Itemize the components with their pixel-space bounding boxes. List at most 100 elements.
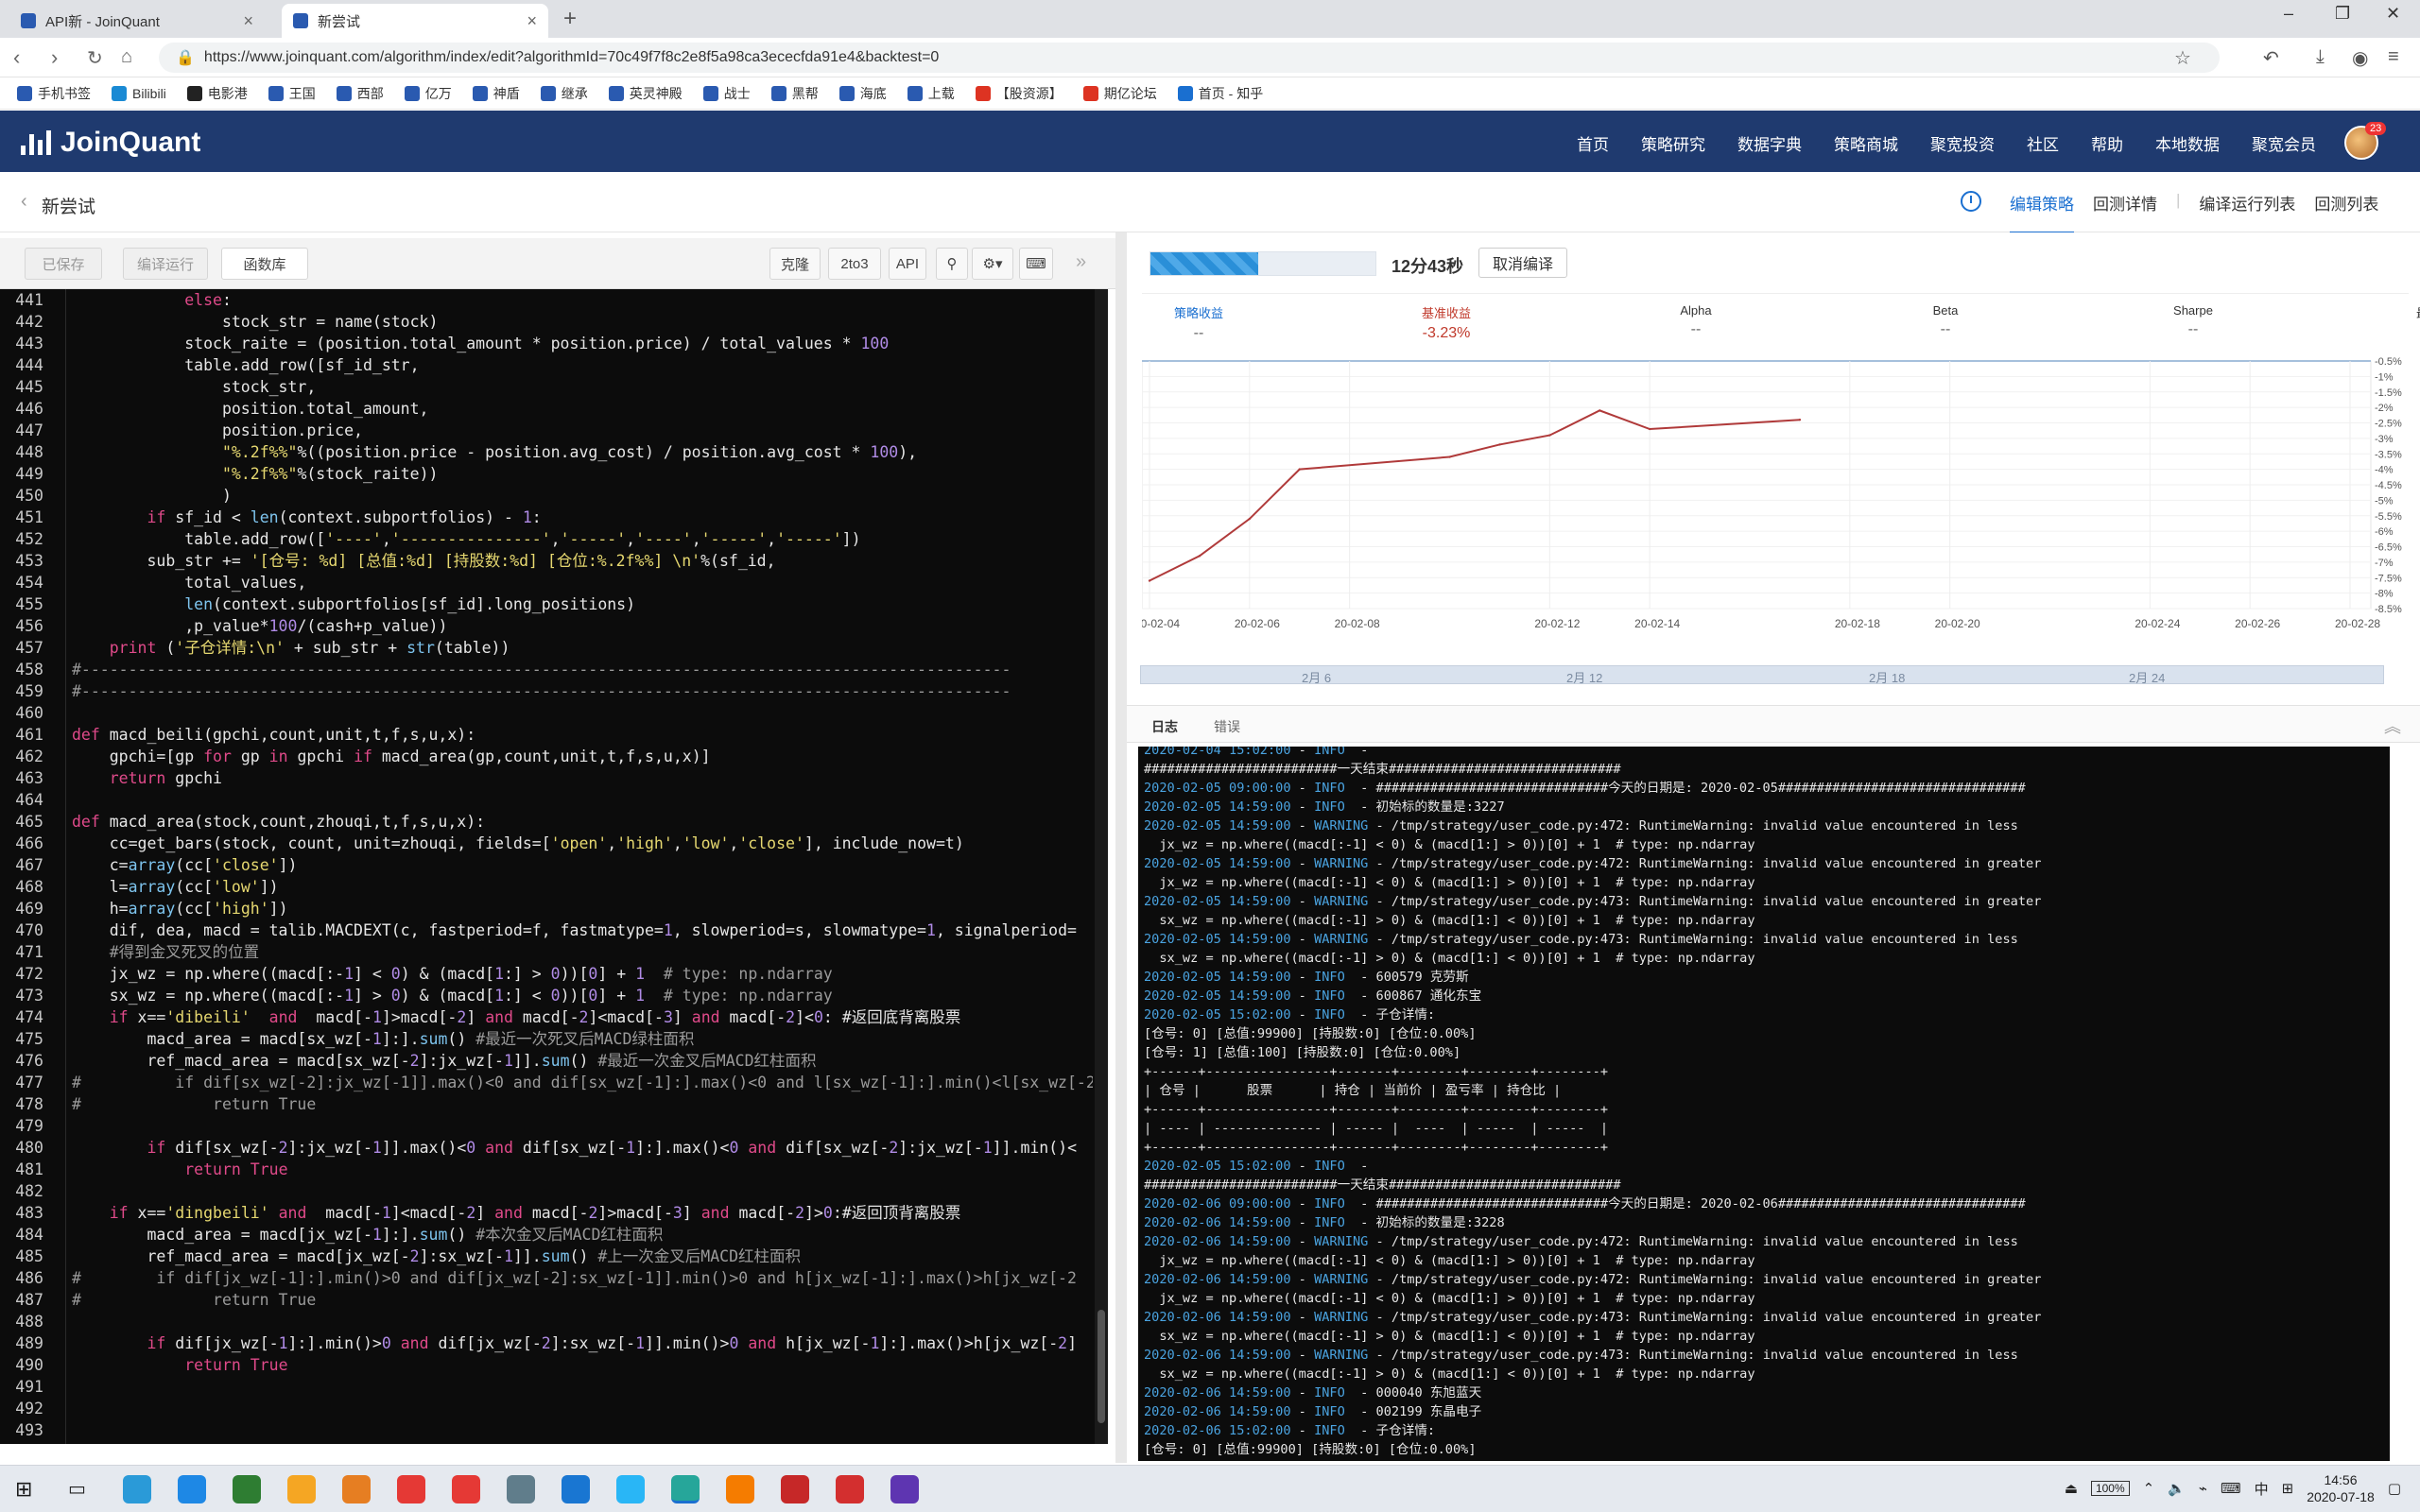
taskbar-app-icon[interactable]: [123, 1475, 151, 1503]
nav-item[interactable]: 数据字典: [1737, 131, 1802, 155]
star-icon[interactable]: ☆: [2174, 46, 2191, 70]
nav-item[interactable]: 策略研究: [1641, 131, 1705, 155]
task-view-icon[interactable]: ▭: [68, 1477, 86, 1501]
clone-button[interactable]: 克隆: [769, 248, 821, 280]
code-editor[interactable]: 441 else: 442 stock_str = name(stock) 443 …: [0, 289, 1108, 1444]
bookmark-item[interactable]: Bilibili: [112, 85, 166, 101]
tab-compile-list[interactable]: 编译运行列表: [2199, 191, 2295, 233]
settings-gear-icon[interactable]: ⚙▾: [972, 248, 1013, 280]
notifications-icon[interactable]: ▢: [2388, 1480, 2401, 1497]
browser-tab-api[interactable]: API新 - JoinQuant ×: [9, 4, 265, 38]
bookmark-item[interactable]: 继承: [540, 84, 588, 103]
editor-vertical-scrollbar[interactable]: [1095, 289, 1108, 1444]
2to3-button[interactable]: 2to3: [828, 248, 881, 280]
tab-error[interactable]: 错误: [1214, 717, 1240, 736]
taskbar-app-icon[interactable]: [342, 1475, 371, 1503]
taskbar-app-icon[interactable]: [671, 1475, 700, 1503]
menu-icon[interactable]: ≡: [2388, 46, 2399, 68]
tab-edit-strategy[interactable]: 编辑策略: [2010, 191, 2074, 233]
nav-item[interactable]: 帮助: [2091, 131, 2123, 155]
search-icon[interactable]: ⚲: [936, 248, 968, 280]
battery-indicator[interactable]: 100%: [2090, 1481, 2130, 1496]
function-library-button[interactable]: 函数库: [221, 248, 308, 280]
close-window-icon[interactable]: ✕: [2386, 4, 2400, 24]
download-icon[interactable]: ⤓: [2316, 46, 2325, 68]
bookmark-item[interactable]: 王国: [268, 84, 316, 103]
taskbar-app-icon[interactable]: [616, 1475, 645, 1503]
reload-icon[interactable]: ↻: [87, 46, 103, 70]
network-icon[interactable]: ⌁: [2199, 1480, 2207, 1497]
home-icon[interactable]: ⌂: [121, 46, 132, 68]
keyboard-icon[interactable]: ⌨: [2221, 1480, 2241, 1497]
api-button[interactable]: API: [889, 248, 926, 280]
taskbar-app-icon[interactable]: [836, 1475, 864, 1503]
nav-item[interactable]: 聚宽会员: [2252, 131, 2316, 155]
line-number: 466: [15, 834, 43, 852]
bookmark-item[interactable]: 上载: [907, 84, 955, 103]
chart-navigator[interactable]: 2月 6 2月 12 2月 18 2月 24: [1140, 665, 2384, 685]
minimize-icon[interactable]: –: [2284, 4, 2293, 24]
windows-start-icon[interactable]: ⊞: [15, 1477, 32, 1502]
back-icon[interactable]: ‹: [13, 45, 20, 70]
nav-item[interactable]: 首页: [1577, 131, 1609, 155]
taskbar-app-icon[interactable]: [452, 1475, 480, 1503]
collapse-panel-icon[interactable]: »: [1076, 251, 1086, 273]
bookmark-item[interactable]: 电影港: [186, 84, 248, 103]
back-arrow-icon[interactable]: ‹: [21, 191, 27, 213]
taskbar-app-icon[interactable]: [178, 1475, 206, 1503]
bookmark-item[interactable]: 海底: [838, 84, 887, 103]
taskbar-app-icon[interactable]: [233, 1475, 261, 1503]
code-text: table.add_row([sf_id_str,: [72, 356, 420, 374]
undo-icon[interactable]: ↶: [2263, 46, 2279, 70]
saved-button[interactable]: 已保存: [25, 248, 102, 280]
taskbar-app-icon[interactable]: [890, 1475, 919, 1503]
line-number: 446: [15, 400, 43, 418]
bookmark-item[interactable]: 神盾: [472, 84, 520, 103]
browser-tab-active[interactable]: 新尝试 ×: [282, 4, 548, 38]
bookmark-item[interactable]: 首页 - 知乎: [1177, 84, 1263, 103]
bookmark-item[interactable]: 西部: [336, 84, 384, 103]
new-tab-icon[interactable]: +: [563, 6, 577, 32]
bookmark-item[interactable]: 战士: [702, 84, 751, 103]
joinquant-logo[interactable]: JoinQuant: [21, 127, 200, 159]
chevron-up-icon[interactable]: ⌃: [2143, 1480, 2155, 1497]
nav-item[interactable]: 策略商城: [1834, 131, 1898, 155]
taskbar-app-icon[interactable]: [397, 1475, 425, 1503]
line-number: 474: [15, 1008, 43, 1026]
keyboard-icon[interactable]: ⌨: [1019, 248, 1053, 280]
tab-backtest-list[interactable]: 回测列表: [2314, 191, 2378, 233]
taskbar-app-icon[interactable]: [781, 1475, 809, 1503]
bookmark-item[interactable]: 期亿论坛: [1082, 84, 1157, 103]
forward-icon[interactable]: ›: [51, 45, 58, 70]
bookmark-item[interactable]: 黑帮: [770, 84, 819, 103]
volume-icon[interactable]: 🔈: [2168, 1480, 2186, 1497]
close-tab-icon[interactable]: ×: [243, 11, 253, 31]
panel-splitter[interactable]: [1115, 232, 1127, 1463]
taskbar-app-icon[interactable]: [562, 1475, 590, 1503]
bookmark-item[interactable]: 亿万: [404, 84, 452, 103]
cancel-compile-button[interactable]: 取消编译: [1478, 248, 1567, 278]
url-field[interactable]: 🔒 https://www.joinquant.com/algorithm/in…: [159, 43, 2220, 73]
profile-icon[interactable]: ◉: [2352, 46, 2368, 70]
tab-log[interactable]: 日志: [1151, 717, 1178, 736]
nav-item[interactable]: 社区: [2027, 131, 2059, 155]
taskbar-app-icon[interactable]: [287, 1475, 316, 1503]
maximize-icon[interactable]: ❐: [2335, 4, 2350, 24]
usb-icon[interactable]: ⏏: [2065, 1480, 2078, 1497]
nav-item[interactable]: 聚宽投资: [1930, 131, 1995, 155]
expand-log-icon[interactable]: ︽: [2384, 713, 2401, 738]
nav-item[interactable]: 本地数据: [2155, 131, 2220, 155]
ime-indicator[interactable]: 中: [2255, 1479, 2269, 1499]
compile-run-button[interactable]: 编译运行: [123, 248, 208, 280]
scroll-thumb[interactable]: [1098, 1310, 1105, 1423]
timer-icon: [1961, 191, 1981, 212]
taskbar-app-icon[interactable]: [726, 1475, 754, 1503]
clock[interactable]: 14:56 2020-07-18: [2307, 1471, 2375, 1505]
bookmark-item[interactable]: 手机书签: [17, 84, 91, 103]
tab-backtest-detail[interactable]: 回测详情: [2093, 191, 2157, 233]
taskbar-app-icon[interactable]: [507, 1475, 535, 1503]
close-tab-icon[interactable]: ×: [527, 11, 537, 31]
grid-icon[interactable]: ⊞: [2282, 1480, 2294, 1497]
bookmark-item[interactable]: 【股资源】: [975, 84, 1063, 103]
bookmark-item[interactable]: 英灵神殿: [608, 84, 683, 103]
